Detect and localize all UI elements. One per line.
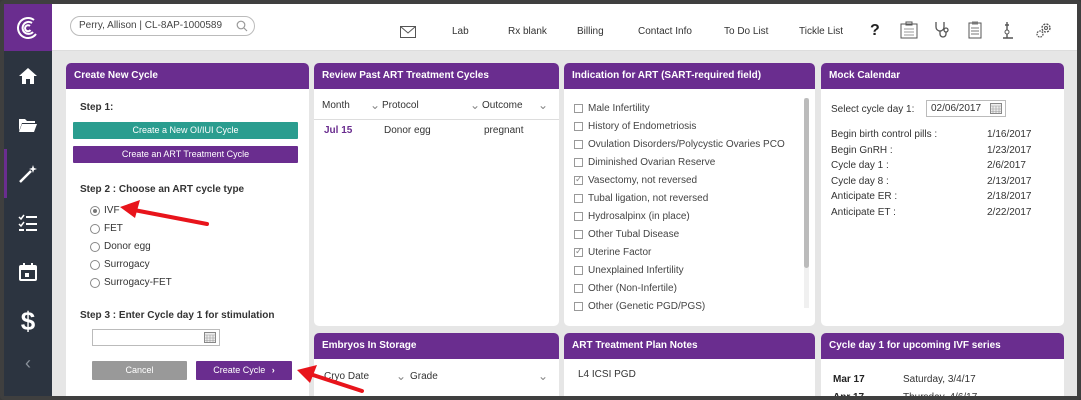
app-window: $ ‹ Perry, Allison | CL-8AP-1000589 Lab … [0, 0, 1081, 400]
red-arrow-icon [297, 365, 364, 393]
red-arrow-icon [120, 200, 209, 226]
annotation-arrows [120, 200, 364, 393]
